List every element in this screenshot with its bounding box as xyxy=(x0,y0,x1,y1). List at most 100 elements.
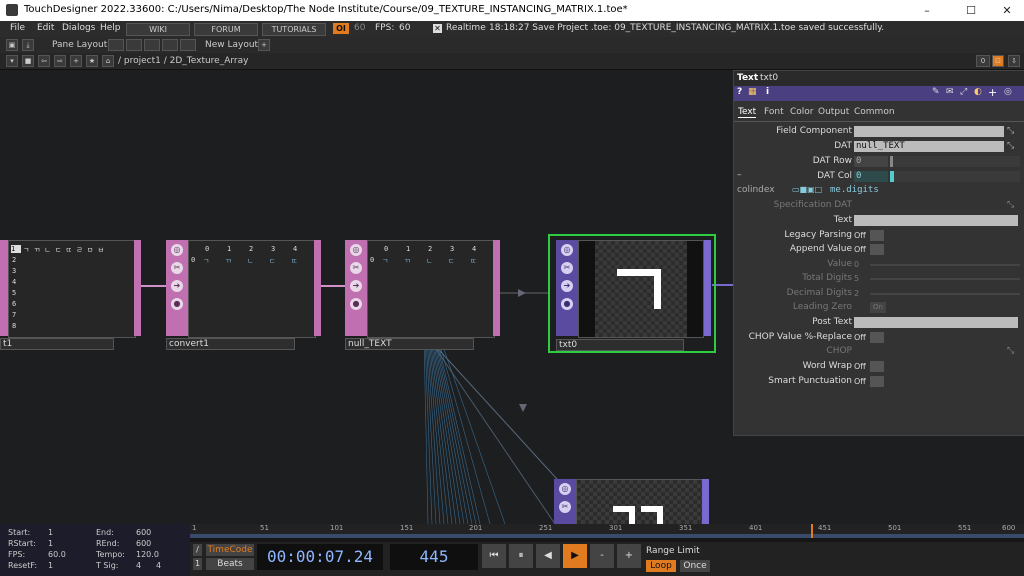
slider-handle[interactable] xyxy=(890,156,893,167)
param-slider[interactable] xyxy=(870,264,1020,266)
resetf-value[interactable]: 1 xyxy=(48,561,53,570)
viewer-icon[interactable]: ◎ xyxy=(559,483,571,495)
slider-handle[interactable] xyxy=(890,171,894,182)
info-icon[interactable]: i xyxy=(766,87,769,97)
toggle-button[interactable] xyxy=(870,244,884,255)
timeline-ruler[interactable]: 1 51 101 151 201 251 301 351 401 451 501… xyxy=(190,524,1024,538)
add-param-icon[interactable]: + xyxy=(988,86,997,99)
home-icon[interactable]: ⌂ xyxy=(102,55,114,67)
expr-mode-icons[interactable]: ▭■▣□ xyxy=(792,185,828,195)
play-reverse-button[interactable]: ◀ xyxy=(536,544,560,568)
node-label[interactable]: convert1 xyxy=(166,338,295,350)
param-value[interactable] xyxy=(854,317,1018,328)
expression-indicator[interactable]: – xyxy=(737,170,742,180)
param-toggle[interactable]: Off xyxy=(854,361,870,372)
param-toggle[interactable]: Off xyxy=(854,230,870,241)
end-value[interactable]: 600 xyxy=(136,528,151,537)
dropdown-arrow-icon[interactable]: ▾ xyxy=(6,55,18,67)
display-icon[interactable]: ➔ xyxy=(350,280,362,292)
step-back-button[interactable]: - xyxy=(590,544,614,568)
viewer-icon[interactable]: ◎ xyxy=(171,244,183,256)
playhead[interactable] xyxy=(811,524,813,538)
fps-value[interactable]: 60.0 xyxy=(48,550,66,559)
display-icon[interactable]: ➔ xyxy=(561,280,573,292)
pointer-icon[interactable]: ⤡ xyxy=(1007,200,1014,210)
param-value[interactable]: 5 xyxy=(854,273,870,284)
bypass-icon[interactable]: ✂ xyxy=(171,262,183,274)
timecode-button[interactable]: TimeCode xyxy=(206,544,254,556)
pause-button[interactable]: ⏸ xyxy=(509,544,533,568)
tab-output[interactable]: Output xyxy=(818,107,849,117)
param-value[interactable] xyxy=(854,126,1004,137)
timecode-mode-icon[interactable]: / xyxy=(193,544,202,556)
pencil-icon[interactable]: ✎ xyxy=(932,87,940,97)
forum-button[interactable]: FORUM xyxy=(194,23,258,36)
frame-display[interactable]: 445 xyxy=(390,544,478,570)
tab-color[interactable]: Color xyxy=(790,107,814,117)
layout-single-icon[interactable] xyxy=(108,39,124,51)
toggle-button[interactable] xyxy=(870,230,884,241)
pointer-icon[interactable]: ⤡ xyxy=(1007,126,1014,136)
timecode-display[interactable]: 00:00:07.24 xyxy=(257,544,383,570)
loop-button[interactable]: Loop xyxy=(646,560,676,572)
close-button[interactable]: ✕ xyxy=(992,2,1022,19)
param-value[interactable]: 2 xyxy=(854,288,870,299)
viewer-icon[interactable]: ◎ xyxy=(350,244,362,256)
param-toggle[interactable]: Off xyxy=(854,332,870,343)
pane-icon-a[interactable]: ▣ xyxy=(6,39,18,51)
rstart-value[interactable]: 1 xyxy=(48,539,53,548)
realtime-checkbox[interactable]: ✕ xyxy=(433,24,442,33)
toggle-button[interactable] xyxy=(870,361,884,372)
node-flag[interactable] xyxy=(704,240,711,336)
maximize-button[interactable]: ☐ xyxy=(956,2,986,19)
lock-node-icon[interactable]: ● xyxy=(171,298,183,310)
layout-triple-icon[interactable] xyxy=(162,39,178,51)
star-icon[interactable]: ★ xyxy=(86,55,98,67)
node-flag[interactable] xyxy=(134,240,141,336)
play-button[interactable]: ▶ xyxy=(563,544,587,568)
param-toggle[interactable]: Off xyxy=(854,376,870,387)
beats-button[interactable]: Beats xyxy=(206,558,254,570)
beats-mode-icon[interactable]: 1 xyxy=(193,558,202,570)
node-label[interactable]: txt0 xyxy=(556,339,684,351)
layout-split-v-icon[interactable] xyxy=(126,39,142,51)
pane-icon-b[interactable]: ⤓ xyxy=(22,39,34,51)
tab-text[interactable]: Text xyxy=(738,107,757,118)
tsig-numerator[interactable]: 4 xyxy=(136,561,141,570)
node-flag[interactable] xyxy=(314,240,321,336)
param-value[interactable] xyxy=(854,215,1018,226)
once-button[interactable]: Once xyxy=(680,560,710,572)
param-toggle[interactable]: On xyxy=(870,302,886,313)
param-toggle[interactable]: Off xyxy=(854,244,870,255)
pin-icon[interactable]: ⇩ xyxy=(1008,55,1020,67)
viewer-icon[interactable]: ◎ xyxy=(561,244,573,256)
minimize-button[interactable]: – xyxy=(912,2,942,19)
param-value[interactable]: null_TEXT xyxy=(854,141,1004,152)
node-flag[interactable] xyxy=(702,479,709,524)
node-bottom-partial[interactable]: ◎ ✂ xyxy=(554,479,712,524)
stop-icon[interactable]: ■ xyxy=(22,55,34,67)
toggle-button[interactable] xyxy=(870,332,884,343)
help-icon[interactable]: ? xyxy=(737,87,742,97)
param-slider[interactable] xyxy=(890,156,1020,167)
forward-icon[interactable]: ⇨ xyxy=(54,55,66,67)
lock-node-icon[interactable]: ● xyxy=(561,298,573,310)
menu-dialogs[interactable]: Dialogs xyxy=(62,23,95,33)
node-label[interactable]: null_TEXT xyxy=(345,338,474,350)
param-slider[interactable] xyxy=(870,293,1020,295)
menu-file[interactable]: File xyxy=(10,23,25,33)
bypass-icon[interactable]: ✂ xyxy=(350,262,362,274)
target-icon[interactable]: ◎ xyxy=(1004,87,1012,97)
param-value[interactable]: 0 xyxy=(854,259,870,270)
pointer-icon[interactable]: ⤡ xyxy=(1007,346,1014,356)
node-convert1[interactable]: ◎ ✂ ➔ ● 0 1 2 3 4 0 ㄱ ㄲ ㄴ ㄷ ㄸ convert1 xyxy=(166,240,322,350)
step-forward-button[interactable]: + xyxy=(617,544,641,568)
node-txt0[interactable]: ◎ ✂ ➔ ● txt0 xyxy=(548,234,716,353)
python-icon[interactable]: ◐ xyxy=(974,87,982,97)
node-null-text[interactable]: ◎ ✂ ➔ ● 0 1 2 3 4 0 ㄱ ㄲ ㄴ ㄷ ㄸ null_TEXT xyxy=(345,240,501,350)
start-value[interactable]: 1 xyxy=(48,528,53,537)
tab-font[interactable]: Font xyxy=(764,107,784,117)
menu-edit[interactable]: Edit xyxy=(37,23,54,33)
lock-node-icon[interactable]: ● xyxy=(350,298,362,310)
node-label[interactable]: t1 xyxy=(0,338,114,350)
